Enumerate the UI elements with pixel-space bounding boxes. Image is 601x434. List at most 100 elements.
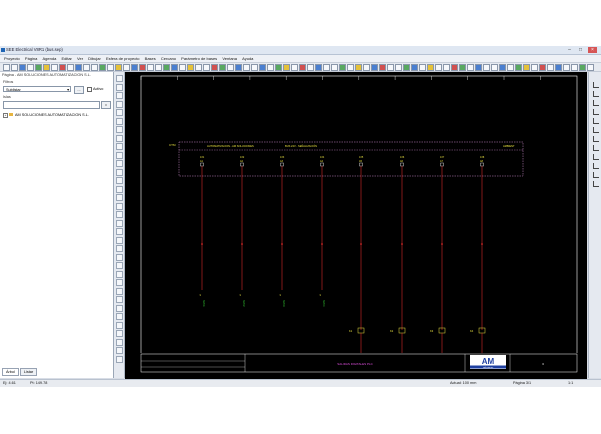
toolbar-button-34[interactable] bbox=[267, 64, 274, 71]
toolbar-button-48[interactable] bbox=[379, 64, 386, 71]
draw-tool-button-16[interactable] bbox=[116, 202, 123, 210]
toolbar-button-17[interactable] bbox=[131, 64, 138, 71]
draw-tool-button-14[interactable] bbox=[116, 185, 123, 193]
toolbar-button-72[interactable] bbox=[571, 64, 578, 71]
draw-tool-button-6[interactable] bbox=[116, 117, 123, 125]
name-input[interactable] bbox=[3, 101, 100, 109]
draw-tool-button-23[interactable] bbox=[116, 262, 123, 269]
corner-tool-button-11[interactable] bbox=[593, 172, 599, 178]
toolbar-button-20[interactable] bbox=[155, 64, 162, 71]
toolbar-button-71[interactable] bbox=[563, 64, 570, 71]
menu-bases[interactable]: Bases bbox=[145, 55, 156, 62]
tab-arbol[interactable]: Árbol bbox=[2, 368, 19, 376]
draw-tool-button-12[interactable] bbox=[116, 168, 123, 176]
toolbar-button-15[interactable] bbox=[115, 64, 122, 71]
toolbar-button-68[interactable] bbox=[539, 64, 546, 71]
corner-tool-button-6[interactable] bbox=[593, 127, 599, 133]
draw-tool-button-33[interactable] bbox=[116, 347, 123, 354]
draw-tool-button-31[interactable] bbox=[116, 330, 123, 337]
toolbar-button-37[interactable] bbox=[291, 64, 298, 71]
toolbar-button-65[interactable] bbox=[515, 64, 522, 71]
apply-filter-button[interactable]: = bbox=[101, 101, 111, 109]
toolbar-button-69[interactable] bbox=[547, 64, 554, 71]
draw-tool-button-2[interactable] bbox=[116, 83, 123, 91]
toolbar-button-53[interactable] bbox=[419, 64, 426, 71]
toolbar-button-12[interactable] bbox=[91, 64, 98, 71]
draw-tool-button-11[interactable] bbox=[116, 160, 123, 167]
toolbar-button-11[interactable] bbox=[83, 64, 90, 71]
draw-tool-button-8[interactable] bbox=[116, 134, 123, 142]
toolbar-button-13[interactable] bbox=[99, 64, 106, 71]
corner-tool-button-5[interactable] bbox=[593, 118, 599, 124]
draw-tool-button-26[interactable] bbox=[116, 287, 123, 295]
toolbar-button-62[interactable] bbox=[491, 64, 498, 71]
draw-tool-button-32[interactable] bbox=[116, 338, 123, 346]
menu-ver[interactable]: Ver bbox=[77, 55, 83, 62]
toolbar-button-52[interactable] bbox=[411, 64, 418, 71]
toolbar-button-59[interactable] bbox=[467, 64, 474, 71]
draw-tool-button-4[interactable] bbox=[116, 100, 123, 108]
menu-dibujar[interactable]: Dibujar bbox=[88, 55, 101, 62]
corner-tool-button-12[interactable] bbox=[593, 181, 599, 187]
toolbar-button-30[interactable] bbox=[235, 64, 242, 71]
tab-listar[interactable]: Listar bbox=[19, 368, 38, 376]
maximize-button[interactable]: □ bbox=[576, 47, 585, 53]
corner-tool-button-2[interactable] bbox=[593, 91, 599, 97]
active-checkbox[interactable]: Activo bbox=[87, 86, 103, 92]
toolbar-button-45[interactable] bbox=[355, 64, 362, 71]
toolbar-button-16[interactable] bbox=[123, 64, 130, 71]
toolbar-button-39[interactable] bbox=[307, 64, 314, 71]
toolbar-button-40[interactable] bbox=[315, 64, 322, 71]
toolbar-button-25[interactable] bbox=[195, 64, 202, 71]
toolbar-button-42[interactable] bbox=[331, 64, 338, 71]
close-button[interactable]: × bbox=[588, 47, 597, 53]
toolbar-button-8[interactable] bbox=[59, 64, 66, 71]
draw-tool-button-5[interactable] bbox=[116, 109, 123, 116]
draw-tool-button-10[interactable] bbox=[116, 151, 123, 159]
toolbar-button-27[interactable] bbox=[211, 64, 218, 71]
corner-tool-button-8[interactable] bbox=[593, 145, 599, 151]
toolbar-button-18[interactable] bbox=[139, 64, 146, 71]
toolbar-button-6[interactable] bbox=[43, 64, 50, 71]
menu-parametro[interactable]: Parámetro de bases bbox=[181, 55, 217, 62]
toolbar-button-70[interactable] bbox=[555, 64, 562, 71]
expand-icon[interactable]: + bbox=[3, 113, 8, 118]
menu-ventana[interactable]: Ventana bbox=[222, 55, 237, 62]
minimize-button[interactable]: – bbox=[565, 47, 574, 53]
corner-tool-button-7[interactable] bbox=[593, 136, 599, 142]
draw-tool-button-27[interactable] bbox=[116, 296, 123, 303]
toolbar-button-31[interactable] bbox=[243, 64, 250, 71]
draw-tool-button-9[interactable] bbox=[116, 143, 123, 150]
menu-cercano[interactable]: Cercano bbox=[161, 55, 176, 62]
toolbar-button-64[interactable] bbox=[507, 64, 514, 71]
toolbar-button-54[interactable] bbox=[427, 64, 434, 71]
toolbar-button-47[interactable] bbox=[371, 64, 378, 71]
toolbar-button-66[interactable] bbox=[523, 64, 530, 71]
corner-tool-button-3[interactable] bbox=[593, 100, 599, 106]
filter-select[interactable]: Sublistar ▾ bbox=[3, 86, 71, 92]
draw-tool-button-22[interactable] bbox=[116, 253, 123, 261]
toolbar-button-63[interactable] bbox=[499, 64, 506, 71]
toolbar-button-56[interactable] bbox=[443, 64, 450, 71]
toolbar-button-9[interactable] bbox=[67, 64, 74, 71]
toolbar-button-57[interactable] bbox=[451, 64, 458, 71]
draw-tool-button-30[interactable] bbox=[116, 321, 123, 329]
toolbar-button-22[interactable] bbox=[171, 64, 178, 71]
toolbar-button-26[interactable] bbox=[203, 64, 210, 71]
draw-tool-button-1[interactable] bbox=[116, 75, 123, 82]
toolbar-button-4[interactable] bbox=[27, 64, 34, 71]
toolbar-button-3[interactable] bbox=[19, 64, 26, 71]
menu-esfera[interactable]: Esfera de proyecto bbox=[106, 55, 140, 62]
draw-tool-button-25[interactable] bbox=[116, 279, 123, 286]
draw-tool-button-21[interactable] bbox=[116, 245, 123, 252]
toolbar-button-50[interactable] bbox=[395, 64, 402, 71]
toolbar-button-32[interactable] bbox=[251, 64, 258, 71]
toolbar-button-36[interactable] bbox=[283, 64, 290, 71]
toolbar-button-58[interactable] bbox=[459, 64, 466, 71]
draw-tool-button-19[interactable] bbox=[116, 228, 123, 235]
corner-tool-button-4[interactable] bbox=[593, 109, 599, 115]
toolbar-button-23[interactable] bbox=[179, 64, 186, 71]
toolbar-button-33[interactable] bbox=[259, 64, 266, 71]
toolbar-button-60[interactable] bbox=[475, 64, 482, 71]
menu-ayuda[interactable]: Ayuda bbox=[242, 55, 253, 62]
